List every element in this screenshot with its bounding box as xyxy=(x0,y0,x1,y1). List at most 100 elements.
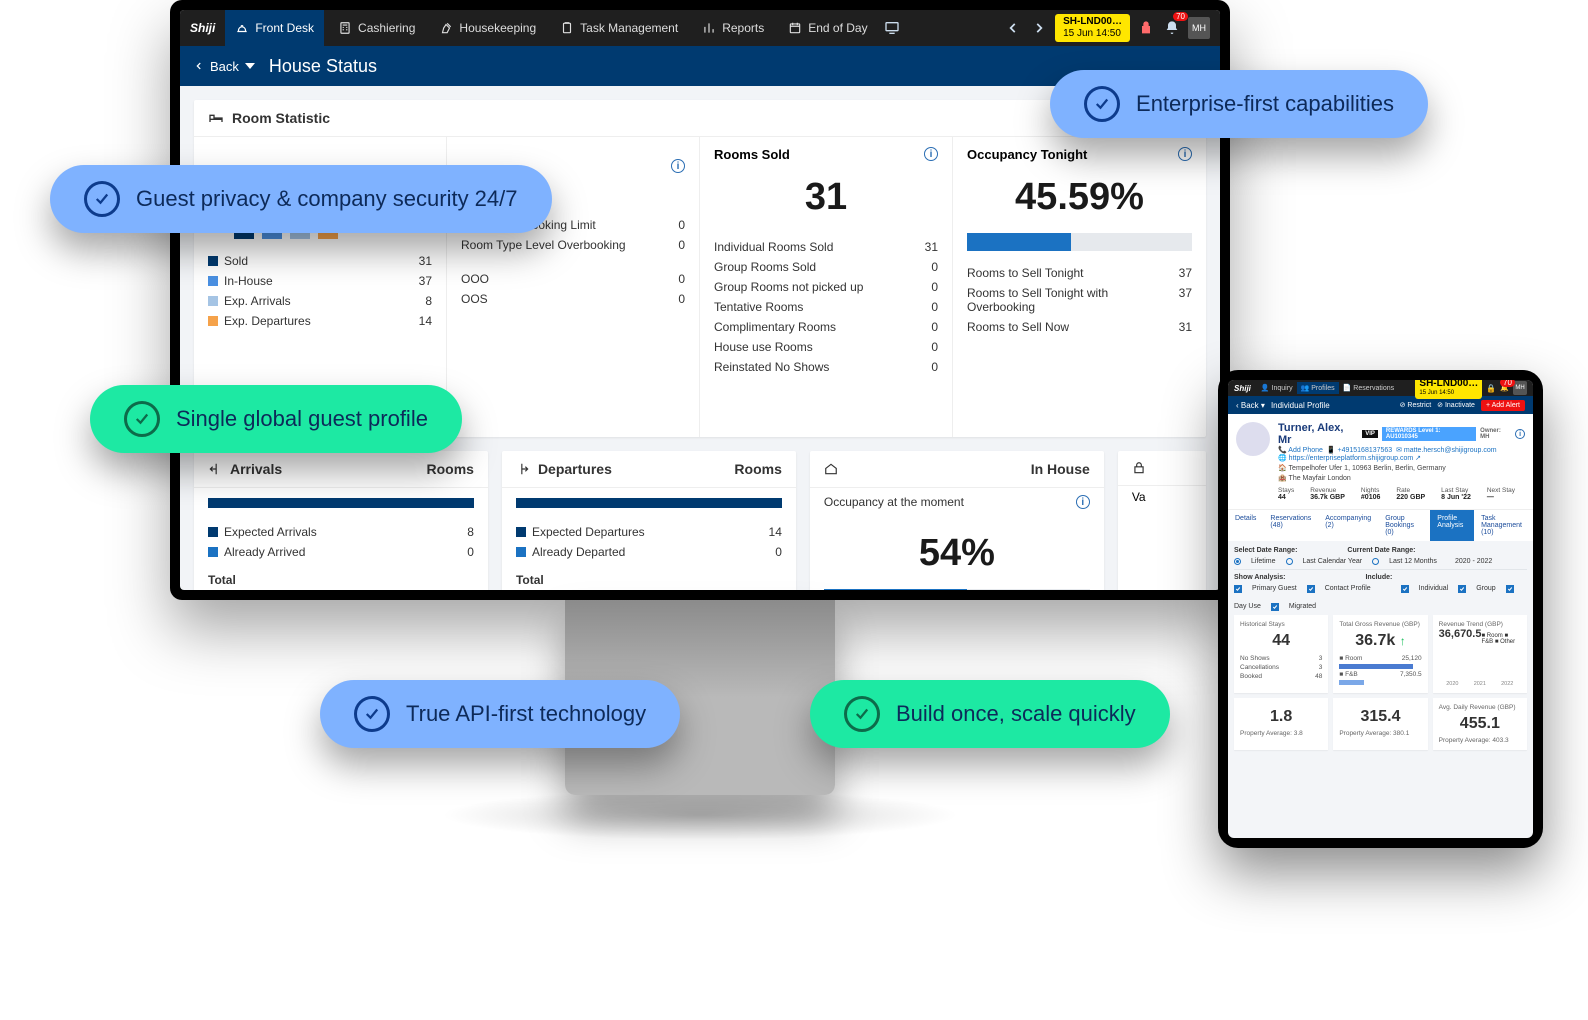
inactivate-toggle[interactable]: ⊘ Inactivate xyxy=(1437,401,1475,409)
nav-task-management[interactable]: Task Management xyxy=(550,10,688,46)
tab-details[interactable]: Details xyxy=(1228,510,1263,541)
nav-label: Task Management xyxy=(580,21,678,35)
table-row: Group Rooms not picked up0 xyxy=(714,277,938,297)
reward-badge: REWARDS Level 1: AU1010345 xyxy=(1382,427,1476,441)
nav-label: Front Desk xyxy=(255,21,314,35)
table-row: Already Arrived0 xyxy=(208,542,474,562)
tablet-nav[interactable]: 📄 Reservations xyxy=(1343,384,1395,392)
back-button[interactable]: Back xyxy=(194,59,255,74)
phone-link[interactable]: +4915168137563 xyxy=(1338,447,1393,454)
in-house-progress xyxy=(824,589,1090,590)
info-icon[interactable]: i xyxy=(671,159,685,173)
nav-forward-button[interactable] xyxy=(1029,18,1049,38)
arrival-icon xyxy=(208,462,222,476)
add-phone-link[interactable]: Add Phone xyxy=(1288,447,1323,454)
email-link[interactable]: matte.hersch@shijigroup.com xyxy=(1404,447,1497,454)
table-row: Individual Rooms Sold31 xyxy=(714,237,938,257)
back-label: Back xyxy=(210,59,239,74)
notification-bell[interactable]: 70 xyxy=(1162,18,1182,38)
table-row: Rooms to Sell Now31 xyxy=(967,317,1192,337)
departure-icon xyxy=(516,462,530,476)
chk-contact-profile[interactable] xyxy=(1307,585,1315,593)
brand-logo: Shiji xyxy=(1234,384,1251,393)
panel-title-label: In House xyxy=(1031,461,1090,477)
tab-group-bookings[interactable]: Group Bookings (0) xyxy=(1378,510,1430,541)
back-button[interactable]: ‹ Back ▾ xyxy=(1236,401,1265,410)
tab-profile-analysis[interactable]: Profile Analysis xyxy=(1430,510,1474,541)
radio-lifetime[interactable] xyxy=(1234,558,1241,565)
bar-chart-icon xyxy=(702,21,716,35)
restrict-toggle[interactable]: ⊘ Restrict xyxy=(1400,401,1432,409)
avatar xyxy=(1236,422,1270,456)
legend-row: Exp. Departures14 xyxy=(208,311,432,331)
table-row: Rooms to Sell Tonight with Overbooking37 xyxy=(967,283,1192,317)
table-row: Room Type Level Overbooking0 xyxy=(461,235,685,255)
add-alert-button[interactable]: + Add Alert xyxy=(1481,400,1525,411)
occupancy-progress xyxy=(967,233,1192,251)
property-code: SH-LND00… xyxy=(1063,16,1122,28)
nav-front-desk[interactable]: Front Desk xyxy=(225,10,324,46)
avg-los-card: 315.4 Property Average: 380.1 xyxy=(1333,698,1427,750)
radio-last-12-months[interactable] xyxy=(1372,558,1379,565)
property-badge[interactable]: SH-LND00…15 Jun 14:50 xyxy=(1415,380,1482,399)
tablet-nav[interactable]: 👤 Inquiry xyxy=(1261,384,1293,392)
table-row: OOO0 xyxy=(461,269,685,289)
dashboard-content: Room Statistic 25 xyxy=(180,86,1220,590)
lock-alert-icon[interactable] xyxy=(1136,18,1156,38)
chk-day-use[interactable] xyxy=(1506,585,1514,593)
col-label: Rooms xyxy=(734,461,781,477)
profile-tabs: Details Reservations (48) Accompanying (… xyxy=(1228,509,1533,541)
panel-title-label: Arrivals xyxy=(230,461,282,477)
calculator-icon xyxy=(338,21,352,35)
notification-bell[interactable]: 🔔70 xyxy=(1500,384,1509,392)
info-icon[interactable]: i xyxy=(1178,147,1192,161)
occupancy-tonight-col: Occupancy Tonighti 45.59% Rooms to Sell … xyxy=(953,137,1206,437)
notification-count: 70 xyxy=(1173,12,1188,21)
chk-migrated[interactable] xyxy=(1271,603,1279,611)
lock-alert-icon[interactable]: 🔒 xyxy=(1486,384,1496,393)
user-avatar[interactable]: MH xyxy=(1188,17,1210,39)
in-house-panel: In House Occupancy at the momenti 54% xyxy=(810,451,1104,590)
tab-task-management[interactable]: Task Management (10) xyxy=(1474,510,1533,541)
page-title: House Status xyxy=(269,56,377,77)
property-badge[interactable]: SH-LND00… 15 Jun 14:50 xyxy=(1055,14,1130,42)
vip-badge: VIP xyxy=(1362,430,1378,438)
hotel: The Mayfair London xyxy=(1289,475,1351,482)
table-row: Complimentary Rooms0 xyxy=(714,317,938,337)
rooms-sold-col: Rooms Soldi 31 Individual Rooms Sold31 G… xyxy=(700,137,953,437)
tab-reservations[interactable]: Reservations (48) xyxy=(1263,510,1318,541)
owner-label: Owner: MH xyxy=(1480,428,1511,440)
check-circle-icon xyxy=(124,401,160,437)
screen-icon[interactable] xyxy=(882,18,902,38)
nav-label: Reports xyxy=(722,21,764,35)
nav-label: Cashiering xyxy=(358,21,415,35)
info-icon[interactable]: i xyxy=(924,147,938,161)
web-link[interactable]: https://enterpriseplatform.shijigroup.co… xyxy=(1289,455,1414,462)
tab-accompanying[interactable]: Accompanying (2) xyxy=(1318,510,1378,541)
info-icon[interactable]: i xyxy=(1515,429,1525,439)
nav-end-of-day[interactable]: End of Day xyxy=(778,10,877,46)
info-icon[interactable]: i xyxy=(1076,495,1090,509)
chk-individual[interactable] xyxy=(1401,585,1409,593)
user-avatar[interactable]: MH xyxy=(1513,381,1527,395)
vacant-label: Va xyxy=(1118,486,1206,514)
date-range-label: Select Date Range: xyxy=(1234,547,1297,554)
radio-last-cal-year[interactable] xyxy=(1286,558,1293,565)
chk-group[interactable] xyxy=(1458,585,1466,593)
nav-label: Housekeeping xyxy=(459,21,536,35)
callout-privacy: Guest privacy & company security 24/7 xyxy=(50,165,552,233)
tablet-device: Shiji 👤 Inquiry 👥 Profiles 📄 Reservation… xyxy=(1218,370,1543,848)
rooms-sold-value: 31 xyxy=(700,166,952,233)
nav-cashiering[interactable]: Cashiering xyxy=(328,10,425,46)
chk-primary-guest[interactable] xyxy=(1234,585,1242,593)
tablet-nav[interactable]: 👥 Profiles xyxy=(1297,382,1339,394)
topbar: Shiji Front Desk Cashiering Housekeeping… xyxy=(180,10,1220,46)
nav-housekeeping[interactable]: Housekeeping xyxy=(429,10,546,46)
nav-back-button[interactable] xyxy=(1003,18,1023,38)
booking-lead-card: 1.8 Property Average: 3.8 xyxy=(1234,698,1328,750)
historical-stays-card: Historical Stays 44 No Shows3 Cancellati… xyxy=(1234,615,1328,693)
callout-api-first: True API-first technology xyxy=(320,680,680,748)
nav-reports[interactable]: Reports xyxy=(692,10,774,46)
current-range-value: 2020 - 2022 xyxy=(1455,558,1492,565)
table-row: Expected Arrivals8 xyxy=(208,522,474,542)
